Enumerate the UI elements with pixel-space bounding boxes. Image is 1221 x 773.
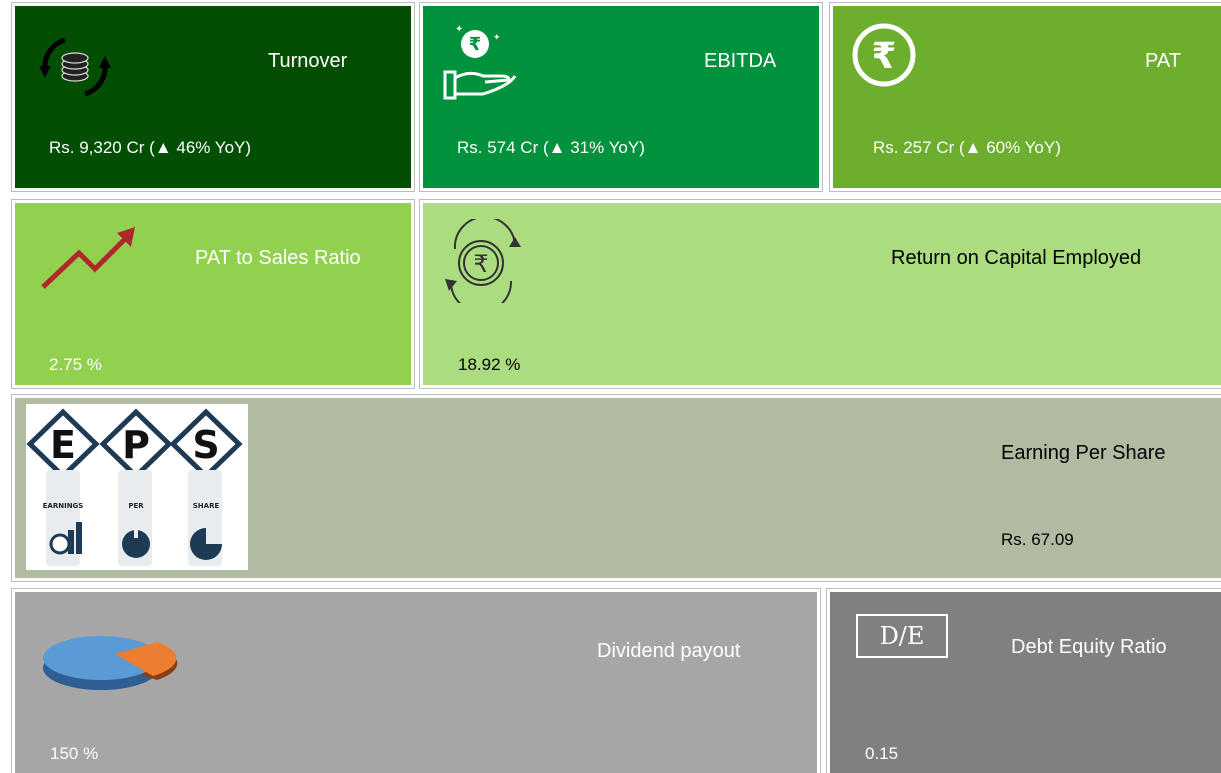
svg-text:P: P: [122, 423, 150, 467]
ebitda-title: EBITDA: [704, 50, 777, 72]
svg-text:✦: ✦: [455, 24, 463, 35]
dividend-value: 150 %: [50, 744, 99, 763]
debt-equity-title: Debt Equity Ratio: [1011, 636, 1167, 658]
svg-text:EARNINGS: EARNINGS: [43, 502, 84, 510]
svg-text:₹: ₹: [473, 250, 488, 278]
svg-text:SHARE: SHARE: [193, 502, 220, 510]
dividend-title: Dividend payout: [597, 640, 741, 662]
turnover-value-suffix: 46% YoY): [171, 138, 252, 157]
turnover-tile[interactable]: Turnover Rs. 9,320 Cr (▲ 46% YoY): [11, 2, 415, 192]
coins-exchange-icon: [39, 37, 111, 97]
roce-tile[interactable]: ₹ Return on Capital Employed 18.92 %: [419, 199, 1221, 389]
up-triangle-icon: ▲: [548, 138, 566, 157]
ebitda-value-prefix: Rs. 574 Cr (: [457, 138, 549, 157]
svg-text:PER: PER: [128, 502, 144, 510]
pat-value: Rs. 257 Cr (▲ 60% YoY): [873, 138, 1061, 158]
pat-value-prefix: Rs. 257 Cr (: [873, 138, 965, 157]
dividend-tile[interactable]: Dividend payout 150 %: [11, 588, 821, 773]
de-box-icon: D/E: [856, 614, 948, 658]
svg-text:E: E: [50, 423, 76, 467]
turnover-value: Rs. 9,320 Cr (▲ 46% YoY): [49, 138, 251, 158]
roce-title: Return on Capital Employed: [891, 247, 1142, 269]
up-triangle-icon: ▲: [964, 138, 982, 157]
pat-tile[interactable]: ₹ PAT Rs. 257 Cr (▲ 60% YoY): [829, 2, 1221, 192]
ebitda-value: Rs. 574 Cr (▲ 31% YoY): [457, 138, 645, 158]
pat-to-sales-value: 2.75 %: [49, 355, 102, 374]
turnover-value-prefix: Rs. 9,320 Cr (: [49, 138, 155, 157]
up-triangle-icon: ▲: [154, 138, 172, 157]
turnover-title: Turnover: [268, 50, 348, 72]
pat-value-suffix: 60% YoY): [981, 138, 1061, 157]
trend-up-arrow-icon: [41, 227, 135, 289]
pat-title: PAT: [1145, 50, 1181, 72]
eps-tile[interactable]: E P S EARNINGS PER SHARE Earning Per Sha…: [11, 394, 1221, 582]
rupee-circle-icon: ₹: [852, 23, 916, 87]
pie-chart-icon: [43, 636, 178, 690]
ebitda-value-suffix: 31% YoY): [565, 138, 645, 157]
roce-value: 18.92 %: [458, 355, 521, 374]
svg-text:✦: ✦: [493, 32, 501, 42]
svg-text:₹: ₹: [469, 34, 482, 55]
debt-equity-value: 0.15: [865, 744, 899, 763]
svg-text:₹: ₹: [871, 36, 896, 77]
hand-rupee-coin-icon: ₹ ✦ ✦: [443, 24, 517, 100]
eps-value: Rs. 67.09: [1001, 530, 1074, 549]
pat-to-sales-tile[interactable]: PAT to Sales Ratio 2.75 %: [11, 199, 415, 389]
eps-logo-icon: E P S EARNINGS PER SHARE: [26, 404, 248, 570]
rupee-cycle-icon: ₹: [445, 219, 521, 303]
debt-equity-tile[interactable]: D/E Debt Equity Ratio 0.15: [826, 588, 1221, 773]
eps-title: Earning Per Share: [1001, 442, 1166, 464]
pat-to-sales-title: PAT to Sales Ratio: [195, 247, 361, 269]
svg-text:S: S: [192, 423, 219, 467]
ebitda-tile[interactable]: ₹ ✦ ✦ EBITDA Rs. 574 Cr (▲ 31% YoY): [419, 2, 823, 192]
